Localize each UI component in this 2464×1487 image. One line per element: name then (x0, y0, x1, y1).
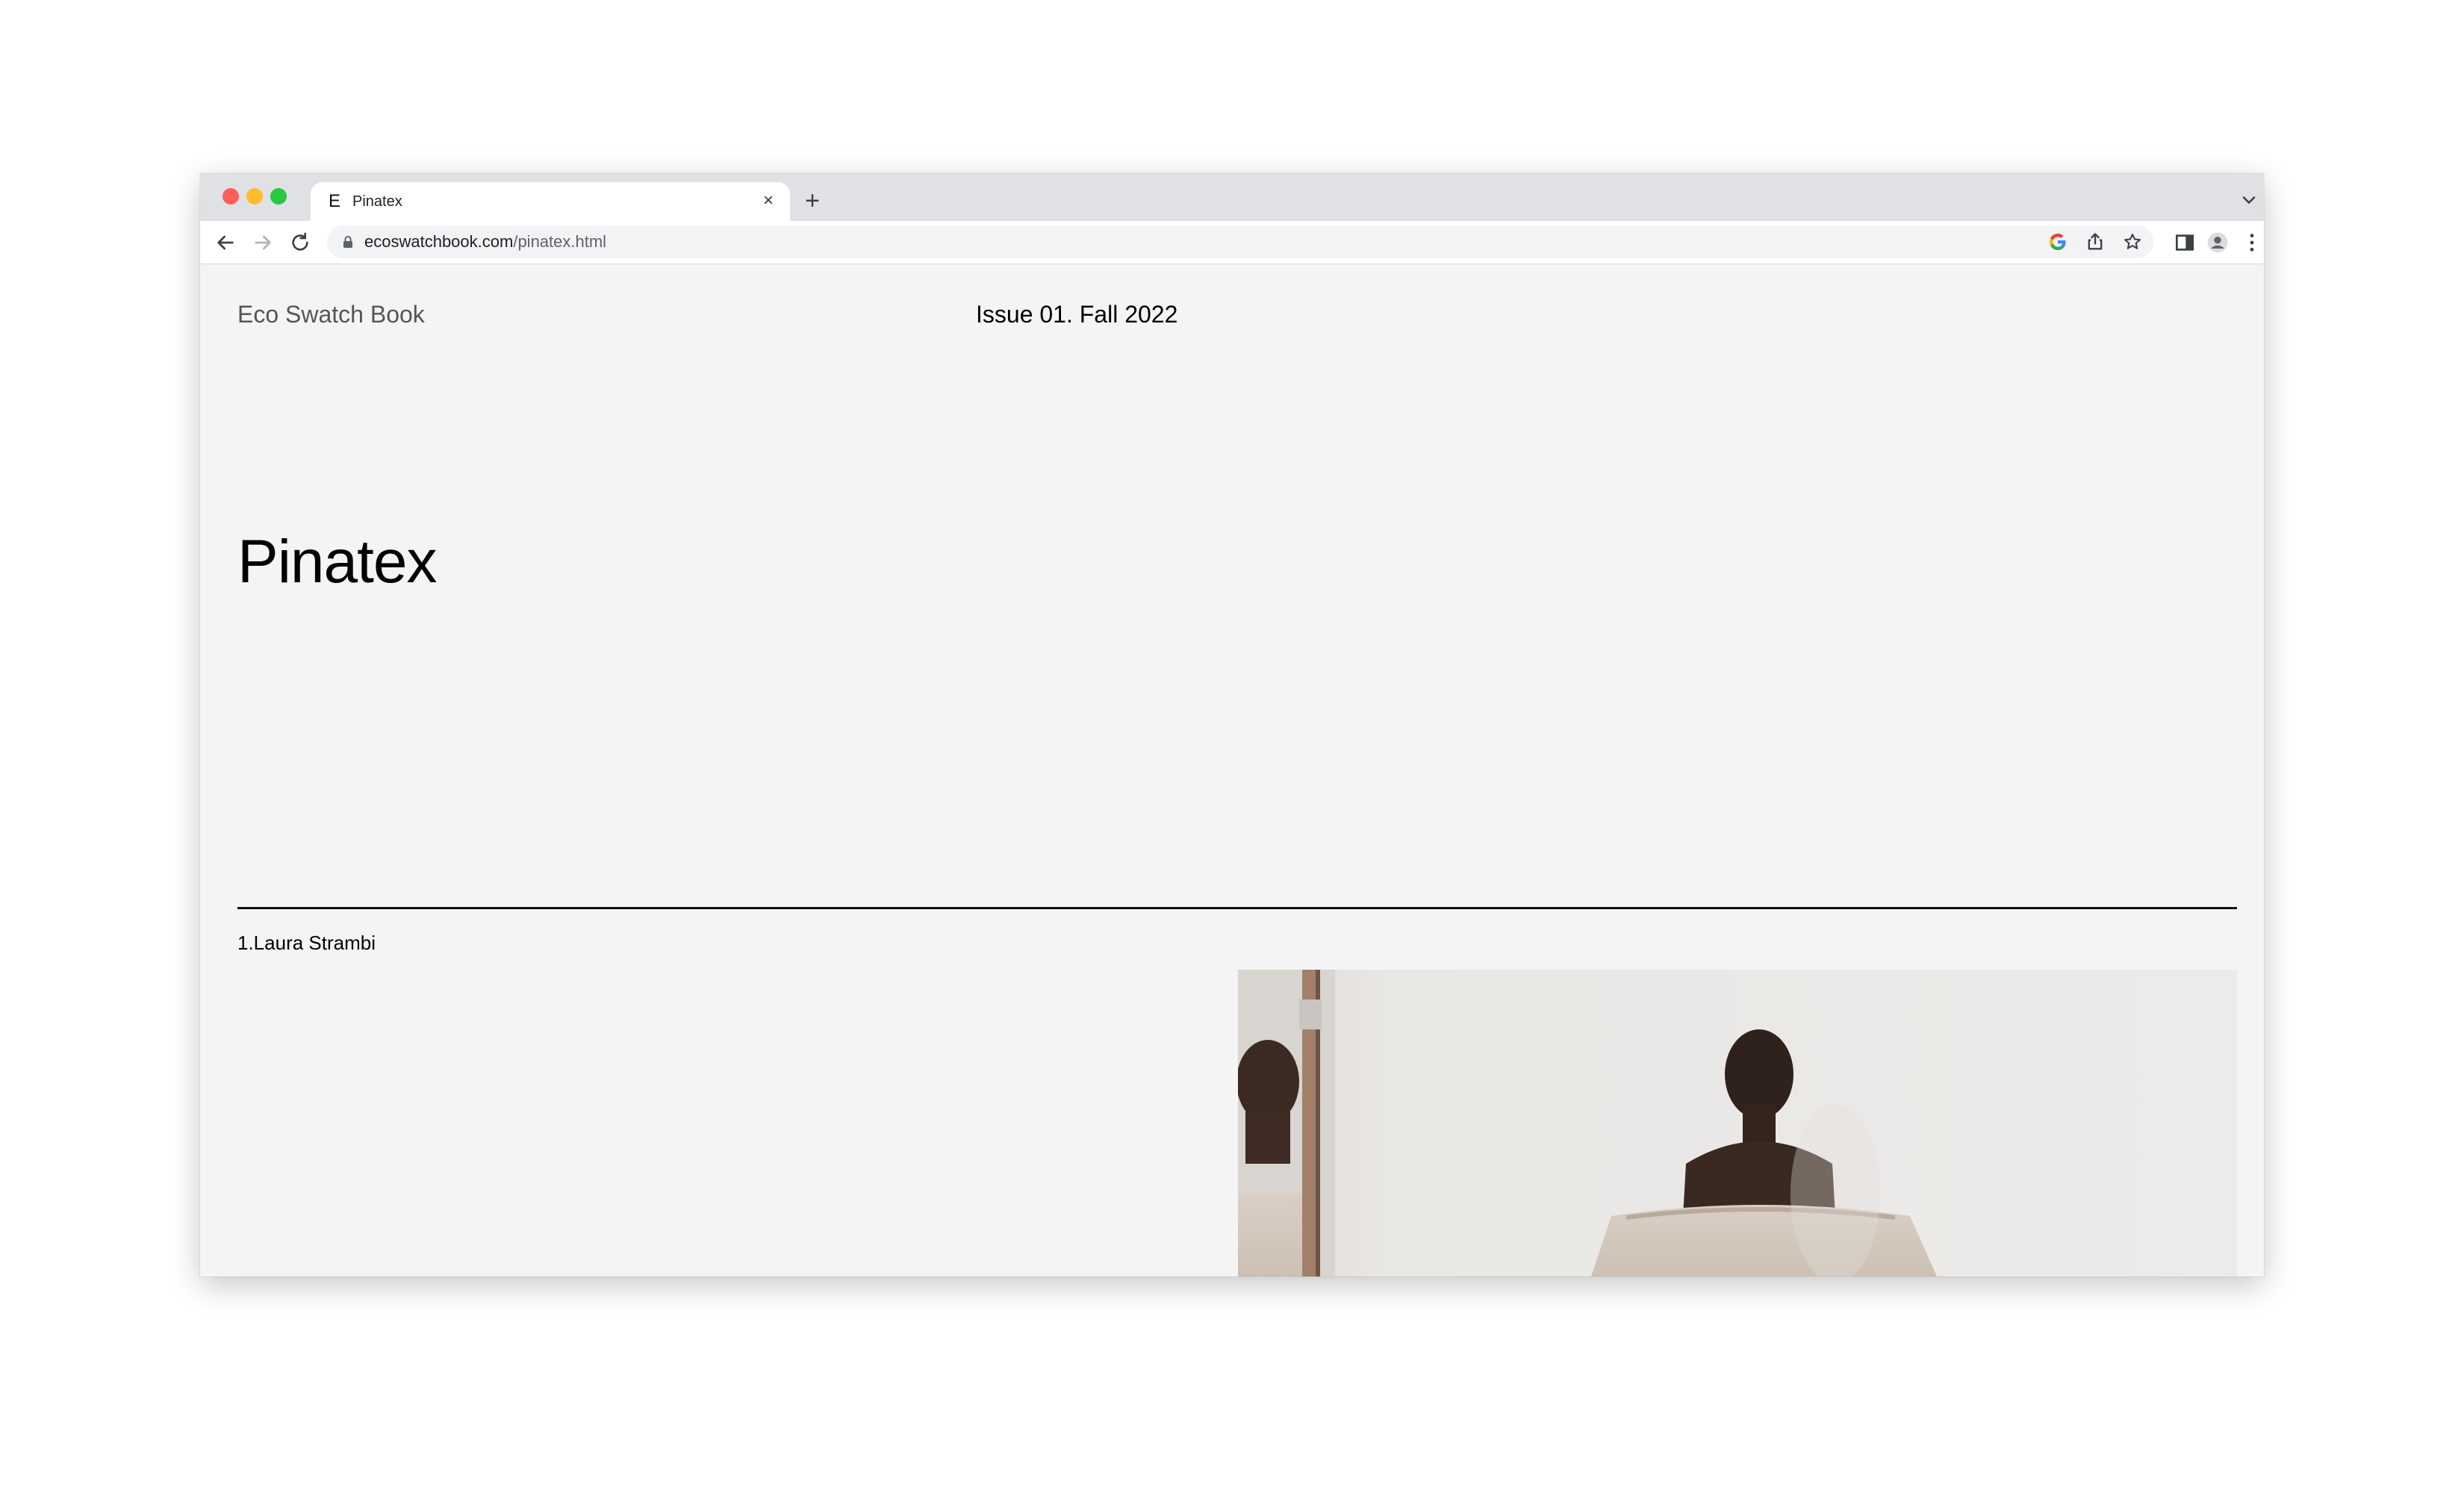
close-tab-button[interactable]: × (757, 190, 780, 212)
reload-button[interactable] (288, 231, 312, 255)
back-button[interactable] (214, 231, 237, 255)
browser-window: E Pinatex × + ecoswatchbook.com/pinatex.… (200, 173, 2264, 1276)
new-tab-button[interactable]: + (799, 188, 826, 215)
model-photo-image (1238, 970, 2237, 1276)
google-icon[interactable] (2047, 231, 2068, 252)
url-path: /pinatex.html (513, 232, 607, 251)
minimize-window-button[interactable] (246, 188, 263, 205)
favicon-icon: E (329, 191, 341, 211)
tab-pinatex[interactable]: E Pinatex × (311, 182, 790, 221)
reload-icon (292, 232, 308, 251)
tab-strip: E Pinatex × + (200, 173, 2264, 221)
bookmark-star-icon[interactable] (2122, 231, 2143, 252)
tab-title: Pinatex (352, 193, 402, 210)
forward-button[interactable] (251, 231, 275, 255)
side-panel-icon[interactable] (2173, 231, 2197, 255)
profile-avatar-icon[interactable] (2206, 231, 2230, 255)
lock-icon[interactable] (340, 234, 355, 249)
site-name-link[interactable]: Eco Swatch Book (237, 299, 425, 329)
tab-search-chevron-icon[interactable] (2239, 190, 2259, 211)
arrow-right-icon (255, 235, 271, 250)
browser-toolbar: ecoswatchbook.com/pinatex.html (200, 221, 2264, 264)
address-bar[interactable]: ecoswatchbook.com/pinatex.html (327, 225, 2153, 258)
url-domain: ecoswatchbook.com (364, 232, 514, 251)
maximize-window-button[interactable] (270, 188, 287, 205)
share-icon[interactable] (2085, 231, 2106, 252)
section-divider (237, 907, 2237, 909)
product-photo (1238, 970, 2237, 1276)
item-label: 1.Laura Strambi (237, 932, 376, 954)
kebab-menu-icon[interactable] (2240, 231, 2264, 255)
close-window-button[interactable] (223, 188, 239, 205)
url-text: ecoswatchbook.com/pinatex.html (364, 233, 606, 251)
page-title: Pinatex (237, 528, 438, 596)
page-content: Eco Swatch Book Issue 01. Fall 2022 Pina… (200, 265, 2264, 1276)
arrow-left-icon (217, 235, 234, 250)
issue-label: Issue 01. Fall 2022 (976, 301, 1178, 328)
